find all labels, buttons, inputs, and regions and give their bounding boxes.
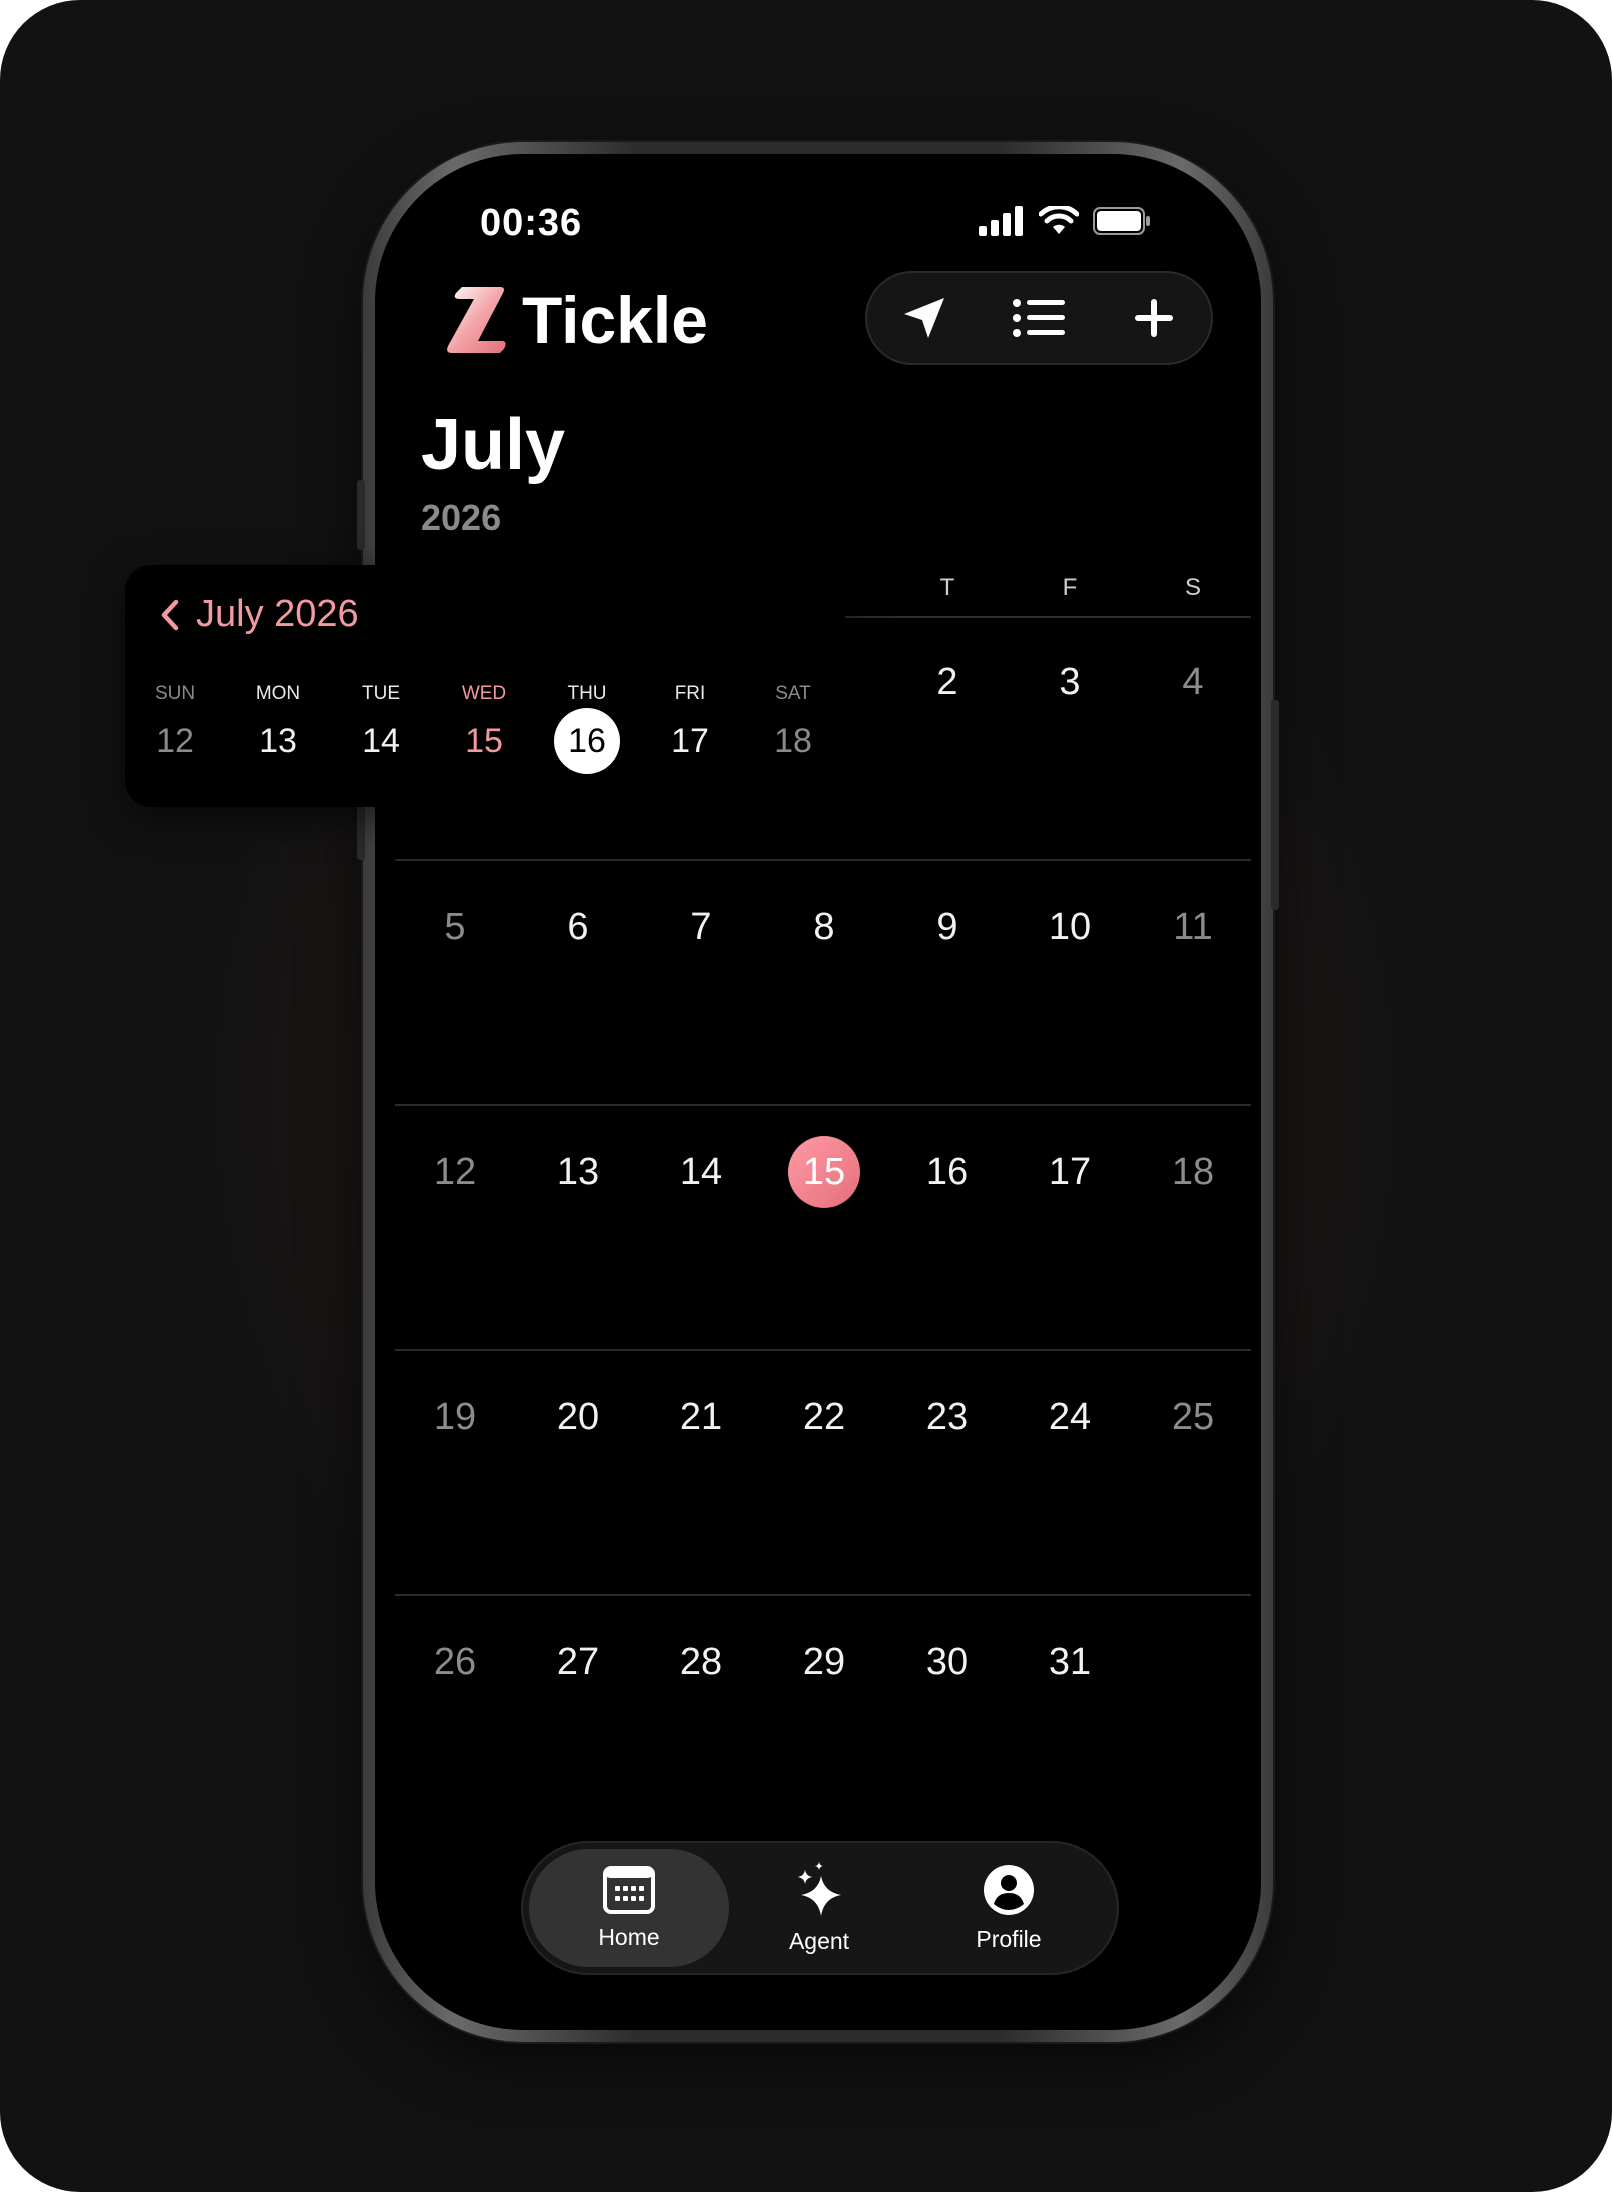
week-row-divider <box>395 1104 1251 1106</box>
header-toolbar <box>865 271 1213 365</box>
weekday-label: T <box>939 574 955 601</box>
tab-agent[interactable]: Agent <box>719 1849 919 1967</box>
tab-agent-label: Agent <box>788 1927 850 1954</box>
location-button[interactable] <box>884 278 964 358</box>
calendar-day[interactable]: 18 <box>1157 1136 1229 1208</box>
calendar-day[interactable]: 19 <box>419 1381 491 1453</box>
action-button <box>357 480 365 550</box>
power-button <box>1271 700 1279 910</box>
canvas-background: 00:36 Tickle July 2026 T F S 2 3 4 5 6 7… <box>0 0 1612 2192</box>
month-title: July <box>421 405 566 485</box>
calendar-day[interactable]: 8 <box>788 891 860 963</box>
calendar-day[interactable]: 24 <box>1034 1381 1106 1453</box>
tab-home-label: Home <box>598 1923 660 1950</box>
popover-day[interactable]: 12 <box>142 708 208 774</box>
calendar-day[interactable]: 5 <box>419 891 491 963</box>
weekday-label: F <box>1062 574 1078 601</box>
popover-day[interactable]: 17 <box>657 708 723 774</box>
calendar-day[interactable]: 31 <box>1034 1626 1106 1698</box>
phone-screen: 00:36 Tickle July 2026 T F S 2 3 4 5 6 7… <box>375 154 1261 2030</box>
popover-day-selected[interactable]: 16 <box>554 708 620 774</box>
week-row-divider <box>395 1594 1251 1596</box>
calendar-day[interactable]: 28 <box>665 1626 737 1698</box>
calendar-day[interactable]: 11 <box>1157 891 1229 963</box>
calendar-day[interactable]: 4 <box>1157 646 1229 718</box>
tab-profile-label: Profile <box>976 1925 1042 1952</box>
calendar-day[interactable]: 10 <box>1034 891 1106 963</box>
popover-title: July 2026 <box>196 593 359 635</box>
calendar-day[interactable]: 13 <box>542 1136 614 1208</box>
week-row-divider <box>395 1349 1251 1351</box>
add-event-button[interactable] <box>1114 278 1194 358</box>
status-icons <box>979 206 1151 236</box>
cellular-signal-icon <box>979 206 1023 236</box>
calendar-day[interactable]: 14 <box>665 1136 737 1208</box>
location-arrow-icon <box>904 298 945 338</box>
calendar-day[interactable]: 25 <box>1157 1381 1229 1453</box>
plus-icon <box>1134 299 1173 337</box>
header-divider <box>845 616 1251 618</box>
calendar-day[interactable]: 3 <box>1034 646 1106 718</box>
popover-day[interactable]: 15 <box>451 708 517 774</box>
calendar-day[interactable]: 7 <box>665 891 737 963</box>
calendar-day[interactable]: 9 <box>911 891 983 963</box>
calendar-day[interactable]: 2 <box>911 646 983 718</box>
person-circle-icon <box>984 1864 1034 1915</box>
tab-profile[interactable]: Profile <box>909 1849 1109 1967</box>
popover-weekday-label: THU <box>567 683 607 704</box>
calendar-day[interactable]: 23 <box>911 1381 983 1453</box>
sparkles-icon <box>798 1861 841 1916</box>
calendar-day[interactable]: 12 <box>419 1136 491 1208</box>
calendar-day[interactable]: 29 <box>788 1626 860 1698</box>
calendar-day[interactable]: 27 <box>542 1626 614 1698</box>
calendar-day[interactable]: 22 <box>788 1381 860 1453</box>
popover-header[interactable]: July 2026 <box>160 593 359 636</box>
calendar-day[interactable]: 20 <box>542 1381 614 1453</box>
list-view-button[interactable] <box>999 278 1079 358</box>
app-logo: Tickle <box>440 282 708 358</box>
year-title: 2026 <box>421 497 502 538</box>
popover-weekday-label: TUE <box>362 683 400 704</box>
popover-day[interactable]: 18 <box>760 708 826 774</box>
calendar-day[interactable]: 30 <box>911 1626 983 1698</box>
tickle-logo-icon <box>447 287 506 353</box>
calendar-day[interactable]: 26 <box>419 1626 491 1698</box>
popover-day[interactable]: 13 <box>245 708 311 774</box>
popover-weekday-label: SUN <box>154 683 196 704</box>
popover-day[interactable]: 14 <box>348 708 414 774</box>
calendar-icon <box>603 1865 655 1914</box>
popover-weekday-label: MON <box>255 683 301 704</box>
list-icon <box>1012 299 1065 337</box>
calendar-day[interactable]: 17 <box>1034 1136 1106 1208</box>
week-row-divider <box>395 859 1251 861</box>
popover-weekday-label: FRI <box>674 683 706 704</box>
battery-icon <box>1093 207 1150 235</box>
weekday-label: S <box>1184 574 1201 601</box>
popover-weekday-label: WED <box>461 683 507 704</box>
wifi-icon <box>1039 206 1079 234</box>
chevron-left-icon <box>161 599 179 630</box>
calendar-day[interactable]: 16 <box>911 1136 983 1208</box>
tab-bar: Home Agent Profile <box>521 1841 1119 1975</box>
calendar-day[interactable]: 21 <box>665 1381 737 1453</box>
calendar-day-today[interactable]: 15 <box>788 1136 860 1208</box>
status-time: 00:36 <box>480 202 583 244</box>
app-title: Tickle <box>522 283 708 357</box>
popover-weekday-label: SAT <box>775 683 811 704</box>
tab-home[interactable]: Home <box>529 1849 729 1967</box>
week-popover: July 2026 SUN 12 MON 13 TUE 14 WED 15 THU 16 FRI 17… <box>125 565 845 807</box>
calendar-day[interactable]: 6 <box>542 891 614 963</box>
